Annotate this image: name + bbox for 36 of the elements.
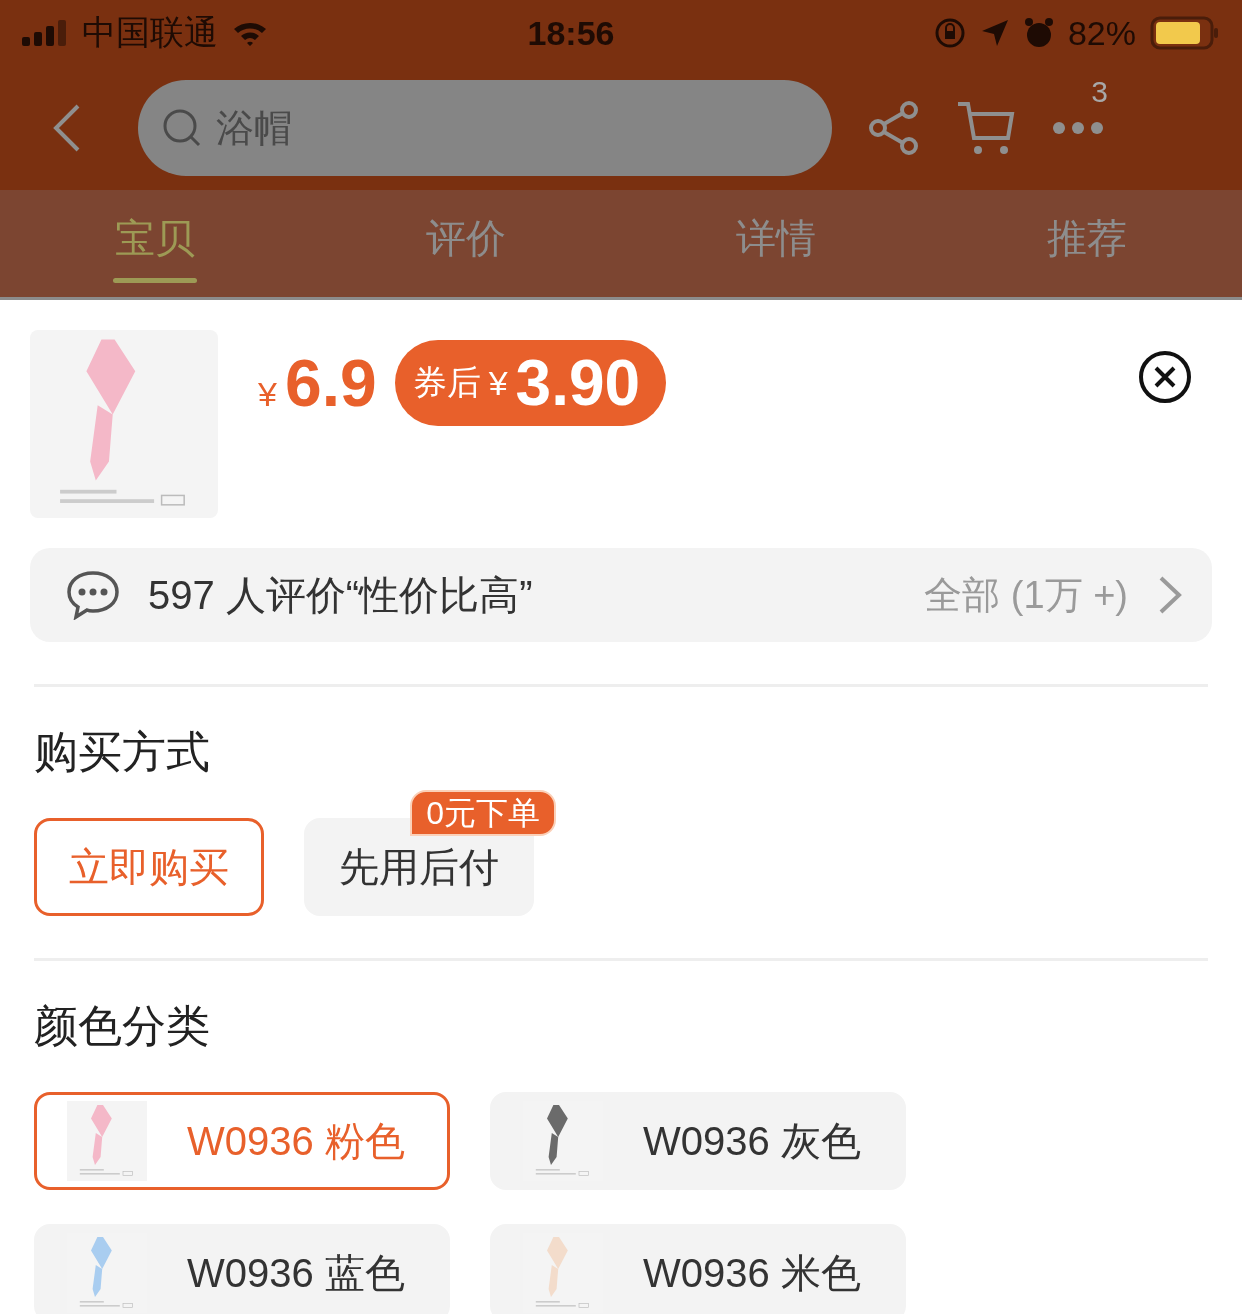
tab[interactable]: 评价 <box>310 190 621 297</box>
battery-percent: 82% <box>1067 13 1136 53</box>
chat-bubble-icon <box>66 570 120 620</box>
signal-icon <box>22 20 68 46</box>
price: 6.9 <box>284 345 377 421</box>
carrier-name: 中国联通 <box>82 12 218 53</box>
tab[interactable]: 推荐 <box>931 190 1242 297</box>
battery-icon <box>1150 16 1220 50</box>
currency-sign: ¥ <box>488 363 508 403</box>
chevron-icon <box>1158 575 1182 615</box>
close-button[interactable] <box>1138 350 1192 404</box>
search-field[interactable]: 浴帽 <box>138 80 832 176</box>
color-option[interactable]: W0936 米色 <box>490 1224 906 1314</box>
tab[interactable]: 详情 <box>621 190 932 297</box>
purchase-option[interactable]: 立即购买 <box>34 818 264 916</box>
color-option[interactable]: W0936 粉色 <box>34 1092 450 1190</box>
rotation-lock-icon <box>933 17 966 49</box>
back-button[interactable] <box>52 103 82 153</box>
section-title: 购买方式 <box>34 726 211 778</box>
tab[interactable]: 宝贝 <box>0 190 311 297</box>
cart-button[interactable] <box>956 100 1016 156</box>
coupon-label: 券后 <box>412 362 481 403</box>
review-summary: 597 人评价“性价比高” <box>148 571 534 619</box>
color-option[interactable]: W0936 灰色 <box>490 1092 906 1190</box>
promo-badge: 0元下单 <box>410 790 556 837</box>
alarm-icon <box>1023 17 1054 49</box>
color-option[interactable]: W0936 蓝色 <box>34 1224 450 1314</box>
notification-count: 3 <box>1091 75 1108 109</box>
all-reviews-link[interactable]: 全部 (1万 +) <box>924 569 1182 621</box>
share-button[interactable] <box>868 100 920 156</box>
section-title: 颜色分类 <box>34 1000 211 1052</box>
search-icon <box>162 108 202 148</box>
review-bar[interactable]: 597 人评价“性价比高” 全部 (1万 +) <box>30 548 1212 642</box>
clock-time: 18:56 <box>526 13 616 53</box>
coupon-price: 3.90 <box>515 346 641 420</box>
currency-sign: ¥ <box>258 375 277 414</box>
